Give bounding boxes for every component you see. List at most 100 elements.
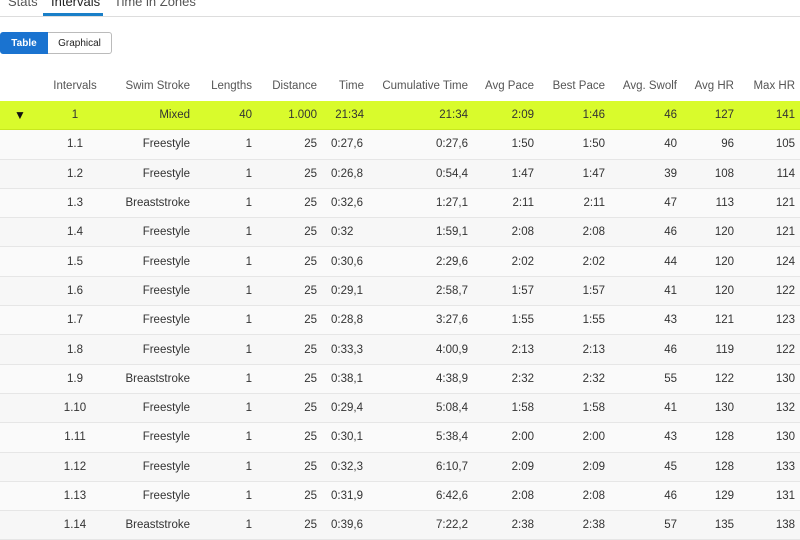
table-row[interactable]: 1.2 Freestyle 1 25 0:26,8 0:54,4 1:47 1:47 39 108… — [0, 159, 800, 189]
cell-max-hr: 121 — [775, 197, 795, 210]
triangle-down-icon[interactable]: ▼ — [8, 101, 32, 129]
cell-distance: 25 — [304, 226, 317, 239]
column-header-avg-hr[interactable]: Avg HR — [685, 71, 734, 101]
column-header-cumulative-time[interactable]: Cumulative Time — [370, 71, 468, 101]
cell-best-pace: 2:08 — [582, 490, 605, 502]
cell-best-pace: 1:47 — [582, 167, 605, 180]
cell-avg-swolf: 47 — [664, 197, 677, 210]
cell-cumulative-time: 3:27,6 — [436, 314, 468, 327]
cell-avg-hr: 113 — [715, 197, 734, 210]
table-row[interactable]: 1.5 Freestyle 1 25 0:30,6 2:29,6 2:02 2:02 44 120… — [0, 247, 800, 277]
cell-avg-pace: 2:11 — [512, 197, 534, 210]
table-row[interactable]: 1.8 Freestyle 1 25 0:33,3 4:00,9 2:13 2:13 46 119… — [0, 335, 800, 365]
cell-best-pace: 2:00 — [582, 431, 605, 444]
tab-stats[interactable]: Stats — [8, 0, 38, 9]
table-header: Intervals Swim Stroke Lengths Distance Time C… — [0, 71, 800, 101]
cell-distance: 25 — [304, 255, 317, 268]
cell-max-hr: 130 — [775, 431, 795, 444]
cell-avg-swolf: 41 — [664, 284, 677, 297]
cell-intervals: 1.14 — [63, 519, 87, 532]
cell-avg-pace: 2:09 — [511, 460, 534, 473]
cell-lengths: 1 — [245, 255, 252, 268]
table-row[interactable]: 1.14 Breaststroke 1 25 0:39,6 7:22,2 2:38 2:38 5… — [0, 511, 800, 540]
column-header-max-hr[interactable]: Max HR — [742, 71, 795, 101]
table-row[interactable]: 1.1 Freestyle 1 25 0:27,6 0:27,6 1:50 1:50 40 96 1… — [0, 130, 800, 160]
cell-distance: 25 — [304, 372, 317, 385]
column-header-lengths[interactable]: Lengths — [200, 71, 252, 101]
table-row[interactable]: 1.4 Freestyle 1 25 0:32 1:59,1 2:08 2:08 46 120 12… — [0, 218, 800, 248]
cell-intervals: 1.4 — [67, 226, 83, 239]
cell-cumulative-time: 1:59,1 — [436, 226, 468, 239]
cell-avg-swolf: 46 — [664, 343, 677, 356]
table-row[interactable]: 1.9 Breaststroke 1 25 0:38,1 4:38,9 2:32 2:32 55… — [0, 364, 800, 394]
cell-avg-hr: 120 — [714, 255, 734, 268]
tab-intervals[interactable]: Intervals — [51, 0, 100, 9]
cell-time: 0:29,1 — [331, 284, 363, 297]
group-cell-lengths: 40 — [239, 109, 252, 122]
table-row[interactable]: 1.10 Freestyle 1 25 0:29,4 5:08,4 1:58 1:58 41 13… — [0, 393, 800, 424]
column-header-avg-pace[interactable]: Avg Pace — [478, 71, 534, 101]
cell-cumulative-time: 5:08,4 — [436, 402, 468, 415]
column-header-avg-swolf[interactable]: Avg. Swolf — [615, 71, 677, 101]
view-toggle: Table Graphical — [0, 32, 112, 54]
cell-avg-pace: 1:58 — [511, 402, 534, 415]
column-header-swim-stroke[interactable]: Swim Stroke — [110, 71, 190, 101]
cell-distance: 25 — [304, 343, 317, 356]
cell-time: 0:32,6 — [331, 197, 363, 210]
cell-time: 0:39,6 — [331, 519, 363, 532]
cell-intervals: 1.5 — [67, 255, 83, 268]
cell-best-pace: 2:32 — [582, 372, 605, 385]
cell-avg-hr: 121 — [714, 314, 734, 327]
table-view-button[interactable]: Table — [0, 32, 48, 54]
cell-avg-swolf: 43 — [664, 314, 677, 327]
cell-swim-stroke: Freestyle — [142, 226, 190, 239]
column-header-intervals[interactable]: Intervals — [40, 71, 110, 101]
cell-distance: 25 — [304, 284, 317, 297]
cell-lengths: 1 — [245, 431, 252, 444]
cell-avg-hr: 135 — [714, 519, 734, 532]
cell-max-hr: 130 — [775, 372, 795, 385]
group-cell-time: 21:34 — [335, 109, 364, 122]
table-row[interactable]: 1.12 Freestyle 1 25 0:32,3 6:10,7 2:09 2:09 45 12… — [0, 452, 800, 482]
table-row[interactable]: 1.6 Freestyle 1 25 0:29,1 2:58,7 1:57 1:57 41 120… — [0, 276, 800, 307]
column-header-time[interactable]: Time — [325, 71, 364, 101]
cell-intervals: 1.9 — [67, 372, 83, 385]
cell-best-pace: 2:11 — [583, 197, 605, 210]
cell-max-hr: 121 — [775, 226, 795, 239]
cell-intervals: 1.1 — [67, 138, 83, 151]
graphical-view-button[interactable]: Graphical — [48, 32, 112, 54]
cell-lengths: 1 — [245, 138, 252, 151]
column-header-best-pace[interactable]: Best Pace — [545, 71, 605, 101]
group-cell-best-pace: 1:46 — [582, 109, 605, 122]
interval-group-row[interactable]: ▼ 1 Mixed 40 1.000 21:34 21:34 2:09 1:46 46 127 141 — [0, 101, 800, 131]
table-row[interactable]: 1.11 Freestyle 1 25 0:30,1 5:38,4 2:00 2:00 43 12… — [0, 423, 800, 453]
tab-time-in-zones[interactable]: Time in Zones — [114, 0, 196, 9]
cell-distance: 25 — [304, 490, 317, 502]
cell-cumulative-time: 2:58,7 — [436, 284, 468, 297]
cell-avg-pace: 1:57 — [511, 284, 534, 297]
cell-lengths: 1 — [245, 343, 252, 356]
cell-max-hr: 114 — [776, 167, 795, 180]
group-cell-cumulative-time: 21:34 — [439, 109, 468, 122]
cell-best-pace: 1:55 — [582, 314, 605, 327]
cell-swim-stroke: Freestyle — [142, 167, 190, 180]
cell-time: 0:32,3 — [331, 460, 363, 473]
cell-best-pace: 1:58 — [582, 402, 605, 415]
cell-lengths: 1 — [245, 402, 252, 415]
cell-intervals: 1.11 — [64, 431, 86, 444]
column-header-distance[interactable]: Distance — [260, 71, 317, 101]
cell-swim-stroke: Freestyle — [142, 314, 190, 327]
cell-cumulative-time: 2:29,6 — [436, 255, 468, 268]
cell-lengths: 1 — [245, 167, 252, 180]
cell-max-hr: 138 — [775, 519, 795, 532]
cell-lengths: 1 — [245, 284, 252, 297]
cell-intervals: 1.8 — [67, 343, 83, 356]
group-cell-avg-hr: 127 — [714, 109, 734, 122]
cell-avg-pace: 2:13 — [511, 343, 534, 356]
table-row[interactable]: 1.3 Breaststroke 1 25 0:32,6 1:27,1 2:11 2:11 47… — [0, 188, 800, 219]
cell-max-hr: 105 — [775, 138, 795, 151]
table-row[interactable]: 1.7 Freestyle 1 25 0:28,8 3:27,6 1:55 1:55 43 121… — [0, 306, 800, 336]
cell-avg-hr: 128 — [714, 431, 734, 444]
cell-avg-swolf: 55 — [664, 372, 677, 385]
table-row[interactable]: 1.13 Freestyle 1 25 0:31,9 6:42,6 2:08 2:08 46 12… — [0, 481, 800, 512]
